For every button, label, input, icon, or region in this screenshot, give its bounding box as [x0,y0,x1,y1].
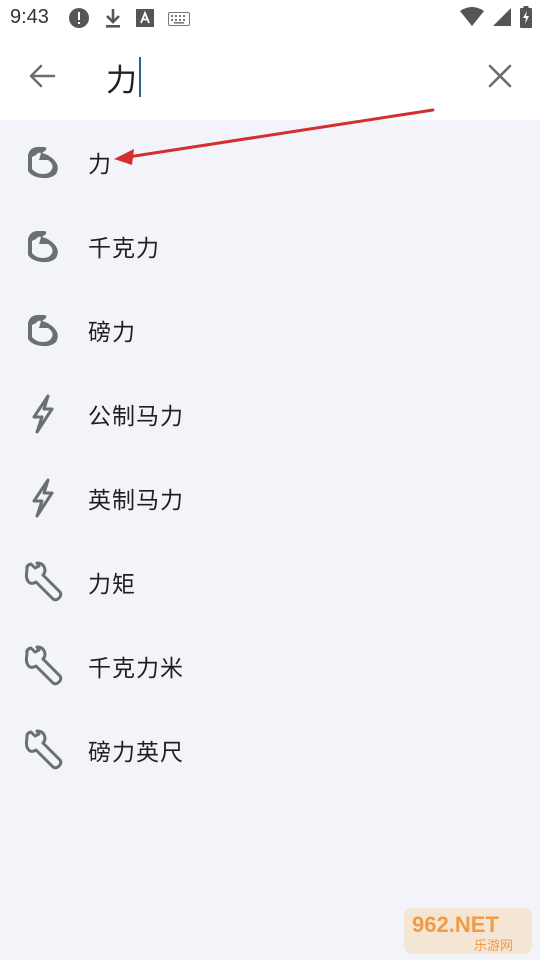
wrench-icon [22,561,64,603]
wifi-icon [460,7,484,31]
font-a-icon [136,9,154,31]
watermark-logo: 962.NET 乐游网 [402,906,534,956]
battery-icon [520,6,532,32]
result-label: 力 [88,152,112,178]
clear-search-button[interactable] [480,58,520,98]
result-label: 力矩 [88,572,136,598]
search-input[interactable]: 力 [106,54,466,100]
download-icon [104,7,122,33]
text-cursor [139,57,141,97]
result-label: 千克力 [88,236,160,262]
result-item-torque[interactable]: 力矩 [0,540,540,624]
search-toolbar: 力 [0,36,540,120]
result-label: 公制马力 [88,404,184,430]
result-label: 磅力英尺 [88,740,184,766]
status-time: 9:43 [10,6,49,28]
result-item-pound-force-foot[interactable]: 磅力英尺 [0,708,540,792]
result-label: 磅力 [88,320,136,346]
back-button[interactable] [22,58,62,98]
arrow-left-icon [28,62,56,94]
search-query-text: 力 [106,62,137,99]
unit-results-list: 力 千克力 磅力 公制马力 英制马力 力矩 千克力米 磅力英尺 [0,120,540,792]
alert-circle-icon [68,7,90,33]
flexed-arm-icon [22,225,64,267]
result-item-kilogram-force[interactable]: 千克力 [0,204,540,288]
status-notification-icons [68,7,190,33]
wrench-icon [22,645,64,687]
signal-icon [492,7,512,31]
wrench-icon [22,729,64,771]
lightning-icon [22,393,64,435]
result-item-force[interactable]: 力 [0,120,540,204]
status-system-icons [460,6,532,32]
result-label: 英制马力 [88,488,184,514]
keyboard-icon [168,11,190,30]
flexed-arm-icon [22,141,64,183]
close-icon [488,64,512,92]
result-item-imperial-horsepower[interactable]: 英制马力 [0,456,540,540]
result-item-metric-horsepower[interactable]: 公制马力 [0,372,540,456]
result-item-kilogram-force-meter[interactable]: 千克力米 [0,624,540,708]
result-item-pound-force[interactable]: 磅力 [0,288,540,372]
watermark-bottom-text: 乐游网 [474,939,513,954]
flexed-arm-icon [22,309,64,351]
lightning-icon [22,477,64,519]
status-bar: 9:43 [0,0,540,36]
result-label: 千克力米 [88,656,184,682]
watermark-top-text: 962.NET [412,912,499,937]
app-screen: 9:43 力 力 千克力 磅力 公制马力 英制马力 力矩 千克力米 磅力英尺 9… [0,0,540,960]
